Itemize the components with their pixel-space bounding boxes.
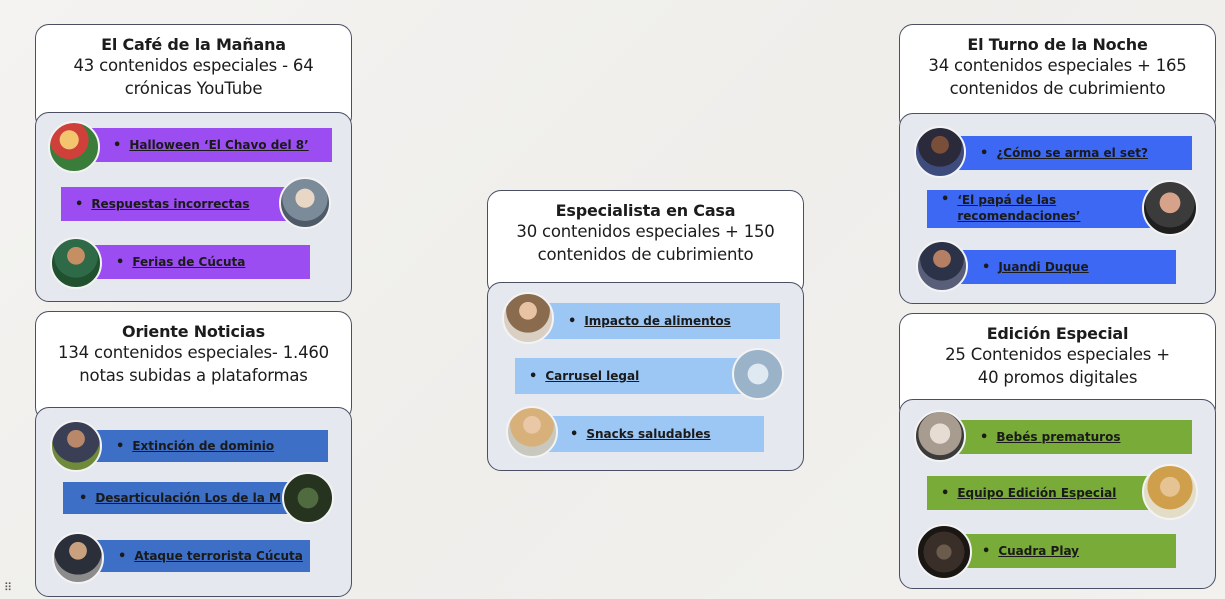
item-halloween[interactable]: • Halloween ‘El Chavo del 8’: [86, 128, 332, 162]
item-link[interactable]: Juandi Duque: [998, 260, 1088, 274]
card-body: • Halloween ‘El Chavo del 8’ • Respuesta…: [35, 112, 352, 302]
person-avatar-icon: [50, 420, 102, 472]
item-equipo[interactable]: • Equipo Edición Especial: [927, 476, 1157, 510]
person-avatar-icon: [50, 237, 102, 289]
card-subtitle-line2: notas subidas a plataformas: [79, 366, 308, 385]
item-link[interactable]: Desarticulación Los de la M: [95, 491, 281, 505]
item-link[interactable]: Halloween ‘El Chavo del 8’: [129, 138, 308, 152]
card-title: Especialista en Casa: [555, 201, 736, 220]
card-title: El Café de la Mañana: [101, 35, 286, 54]
person-avatar-icon: [282, 472, 334, 524]
item-link[interactable]: recomendaciones’: [957, 209, 1080, 223]
card-turno: El Turno de la Noche 34 contenidos espec…: [899, 24, 1216, 304]
card-header: Especialista en Casa 30 contenidos espec…: [487, 190, 804, 296]
card-subtitle-line1: 34 contenidos especiales + 165: [928, 56, 1187, 75]
person-avatar-icon: [506, 406, 558, 458]
card-subtitle-line2: contenidos de cubrimiento: [949, 79, 1166, 98]
item-ferias[interactable]: • Ferias de Cúcuta: [86, 245, 310, 279]
person-avatar-icon: [52, 532, 104, 584]
item-link[interactable]: Ataque terrorista Cúcuta: [134, 549, 303, 563]
item-snacks[interactable]: • Snacks saludables: [540, 416, 764, 452]
item-link[interactable]: Carrusel legal: [545, 369, 639, 383]
card-especialista: Especialista en Casa 30 contenidos espec…: [487, 190, 804, 471]
item-ataque[interactable]: • Ataque terrorista Cúcuta: [88, 540, 310, 572]
person-avatar-icon: [732, 348, 784, 400]
person-avatar-icon: [279, 177, 331, 229]
card-subtitle-line1: 25 Contenidos especiales +: [945, 345, 1170, 364]
item-desarticulacion[interactable]: • Desarticulación Los de la M: [63, 482, 291, 514]
item-respuestas[interactable]: • Respuestas incorrectas: [61, 187, 289, 221]
item-link[interactable]: Cuadra Play: [998, 544, 1079, 558]
item-link[interactable]: Respuestas incorrectas: [91, 197, 249, 211]
item-link[interactable]: Bebés prematuros: [996, 430, 1120, 444]
item-carrusel[interactable]: • Carrusel legal: [515, 358, 745, 394]
item-set[interactable]: • ¿Cómo se arma el set?: [952, 136, 1192, 170]
card-subtitle-line2: contenidos de cubrimiento: [537, 245, 754, 264]
item-cuadra[interactable]: • Cuadra Play: [952, 534, 1176, 568]
person-avatar-icon: [916, 524, 972, 580]
card-title: Oriente Noticias: [122, 322, 265, 341]
person-avatar-icon: [914, 126, 966, 178]
card-subtitle-line1: 43 contenidos especiales - 64: [73, 56, 314, 75]
card-subtitle-line1: 134 contenidos especiales- 1.460: [58, 343, 329, 362]
card-subtitle-line1: 30 contenidos especiales + 150: [516, 222, 775, 241]
item-link[interactable]: Impacto de alimentos: [584, 314, 730, 328]
card-oriente: Oriente Noticias 134 contenidos especial…: [35, 311, 352, 597]
person-avatar-icon: [502, 292, 554, 344]
card-subtitle-line2: 40 promos digitales: [977, 368, 1138, 387]
card-edicion: Edición Especial 25 Contenidos especiale…: [899, 313, 1216, 589]
item-juandi[interactable]: • Juandi Duque: [952, 250, 1176, 284]
item-link[interactable]: Extinción de dominio: [132, 439, 274, 453]
item-extincion[interactable]: • Extinción de dominio: [88, 430, 328, 462]
card-subtitle-line2: crónicas YouTube: [124, 79, 263, 98]
card-body: • Extinción de dominio • Desarticulación…: [35, 407, 352, 597]
person-avatar-icon: [914, 410, 966, 462]
item-link[interactable]: Snacks saludables: [586, 427, 710, 441]
person-avatar-icon: [916, 240, 968, 292]
item-link[interactable]: ¿Cómo se arma el set?: [996, 146, 1148, 160]
item-bebes[interactable]: • Bebés prematuros: [952, 420, 1192, 454]
card-body: • Bebés prematuros • Equipo Edición Espe…: [899, 399, 1216, 589]
card-header: Oriente Noticias 134 contenidos especial…: [35, 311, 352, 421]
card-title: Edición Especial: [986, 324, 1129, 343]
card-body: • ¿Cómo se arma el set? • ‘El papá de la…: [899, 113, 1216, 304]
resize-grip-icon[interactable]: ⠿: [4, 581, 12, 594]
card-cafe: El Café de la Mañana 43 contenidos espec…: [35, 24, 352, 302]
person-avatar-icon: [1142, 180, 1198, 236]
item-impacto[interactable]: • Impacto de alimentos: [540, 303, 780, 339]
card-body: • Impacto de alimentos • Carrusel legal …: [487, 282, 804, 471]
item-link[interactable]: Ferias de Cúcuta: [132, 255, 245, 269]
item-link[interactable]: ‘El papá de las: [957, 193, 1056, 207]
person-avatar-icon: [1142, 464, 1198, 520]
person-avatar-icon: [48, 121, 100, 173]
item-papa[interactable]: • ‘El papá de las recomendaciones’: [927, 190, 1157, 228]
item-link[interactable]: Equipo Edición Especial: [957, 486, 1116, 500]
card-title: El Turno de la Noche: [967, 35, 1148, 54]
